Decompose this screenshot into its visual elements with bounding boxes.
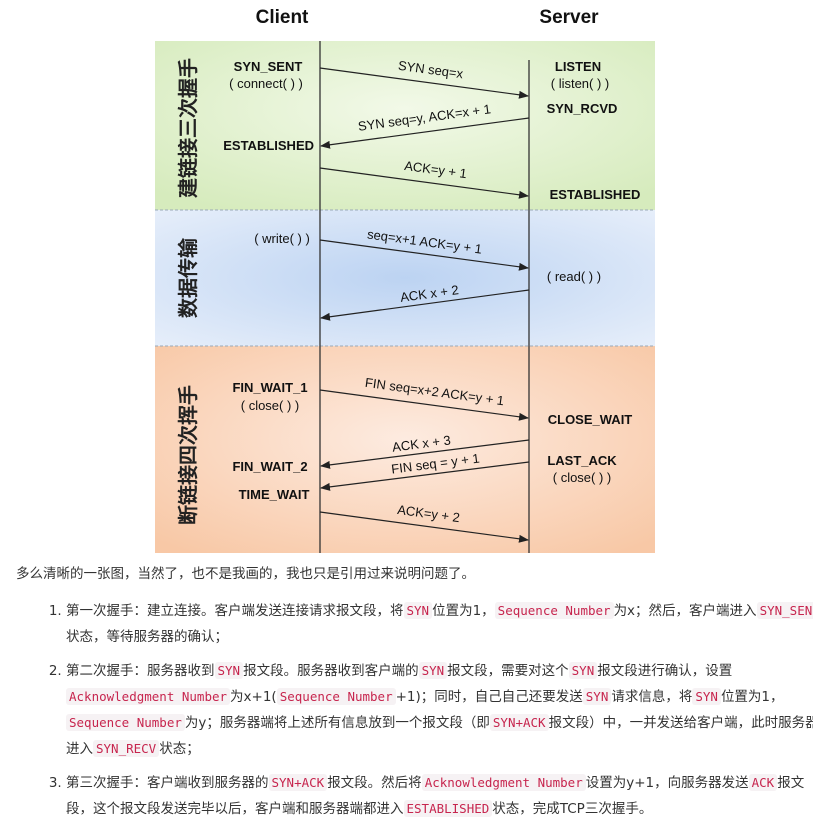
client-state-fin-wait-2: FIN_WAIT_2 bbox=[232, 459, 307, 474]
caption-text: 多么清晰的一张图，当然了，也不是我画的，我也只是引用过来说明问题了。 bbox=[16, 566, 475, 582]
tcp-handshake-diagram: Client Server 建链接三次握手 数据传输 断链接四次挥手 SYN_S… bbox=[155, 7, 655, 553]
server-state-close-wait: CLOSE_WAIT bbox=[548, 412, 633, 427]
list-item: 第三次握手：客户端收到服务器的SYN+ACK报文段。然后将Acknowledgm… bbox=[66, 770, 813, 822]
client-title: Client bbox=[256, 7, 309, 28]
server-state-syn-rcvd: SYN_RCVD bbox=[547, 101, 618, 116]
list-item: 第二次握手：服务器收到SYN报文段。服务器收到客户端的SYN报文段，需要对这个S… bbox=[66, 658, 813, 762]
handshake-steps-list: 第一次握手：建立连接。客户端发送连接请求报文段，将SYN位置为1，Sequenc… bbox=[32, 598, 813, 830]
server-call-read: ( read( ) ) bbox=[547, 269, 601, 284]
client-state-time-wait: TIME_WAIT bbox=[239, 487, 310, 502]
server-state-listen: LISTEN bbox=[555, 59, 601, 74]
list-item: 第一次握手：建立连接。客户端发送连接请求报文段，将SYN位置为1，Sequenc… bbox=[66, 598, 813, 650]
client-call-close: ( close( ) ) bbox=[241, 398, 300, 413]
server-state-established: ESTABLISHED bbox=[550, 187, 641, 202]
client-state-fin-wait-1: FIN_WAIT_1 bbox=[232, 380, 307, 395]
band-label-handshake: 建链接三次握手 bbox=[176, 58, 200, 198]
client-state-syn-sent: SYN_SENT bbox=[234, 59, 303, 74]
band-label-transfer: 数据传输 bbox=[176, 237, 200, 318]
client-state-established: ESTABLISHED bbox=[223, 138, 314, 153]
server-call-close: ( close( ) ) bbox=[553, 470, 612, 485]
server-title: Server bbox=[539, 7, 599, 28]
client-call-write: ( write( ) ) bbox=[254, 231, 310, 246]
band-label-teardown: 断链接四次挥手 bbox=[176, 385, 200, 525]
server-call-listen: ( listen( ) ) bbox=[551, 76, 610, 91]
client-call-connect: ( connect( ) ) bbox=[229, 76, 303, 91]
server-state-last-ack: LAST_ACK bbox=[547, 453, 617, 468]
